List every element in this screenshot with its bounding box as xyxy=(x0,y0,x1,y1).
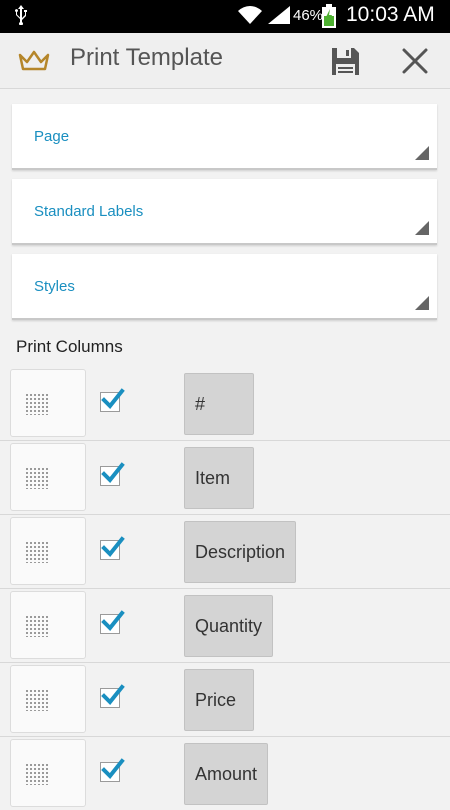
action-bar: Print Template xyxy=(0,33,450,89)
dropdown-corner-icon xyxy=(415,221,429,235)
list-item: Item xyxy=(0,440,450,514)
column-label-button[interactable]: Quantity xyxy=(184,595,274,657)
clock: 10:03 AM xyxy=(346,3,435,26)
include-checkbox[interactable] xyxy=(100,462,125,486)
include-checkbox[interactable] xyxy=(100,684,125,708)
grip-icon xyxy=(26,764,48,785)
drag-handle[interactable] xyxy=(10,665,86,733)
column-label-button[interactable]: # xyxy=(184,373,254,435)
column-label-button[interactable]: Description xyxy=(184,521,297,583)
battery-charging-icon xyxy=(322,4,336,28)
save-icon xyxy=(332,48,359,75)
column-label-button[interactable]: Price xyxy=(184,669,254,731)
dropdown-label: Page xyxy=(34,128,70,145)
drag-handle[interactable] xyxy=(10,591,86,659)
grip-icon xyxy=(26,394,48,415)
grip-icon xyxy=(26,616,48,637)
wifi-icon xyxy=(238,6,262,24)
column-label-button[interactable]: Item xyxy=(184,447,254,509)
section-title: Print Columns xyxy=(16,337,123,356)
status-bar: 46% 10:03 AM xyxy=(0,0,450,33)
dropdown-label: Styles xyxy=(34,278,75,295)
close-button[interactable] xyxy=(396,42,434,80)
page-title: Print Template xyxy=(70,44,223,71)
checkmark-icon xyxy=(101,610,125,631)
standard-labels-dropdown[interactable]: Standard Labels xyxy=(12,179,437,245)
dropdown-corner-icon xyxy=(415,146,429,160)
styles-dropdown[interactable]: Styles xyxy=(12,254,437,320)
checkmark-icon xyxy=(101,536,125,557)
list-item: Quantity xyxy=(0,588,450,662)
list-item: Description xyxy=(0,514,450,588)
close-icon xyxy=(402,48,428,74)
include-checkbox[interactable] xyxy=(100,758,125,782)
list-item: Price xyxy=(0,662,450,736)
print-columns-list: # Item Description Quantity Price Amount xyxy=(0,367,450,810)
grip-icon xyxy=(26,468,48,489)
page-dropdown[interactable]: Page xyxy=(12,104,437,170)
battery-percent: 46% xyxy=(293,7,324,24)
column-label-button[interactable]: Amount xyxy=(184,743,269,805)
drag-handle[interactable] xyxy=(10,443,86,511)
drag-handle[interactable] xyxy=(10,739,86,807)
dropdown-label: Standard Labels xyxy=(34,203,144,220)
signal-icon xyxy=(268,6,290,24)
drag-handle[interactable] xyxy=(10,369,86,437)
grip-icon xyxy=(26,542,48,563)
drag-handle[interactable] xyxy=(10,517,86,585)
dropdown-corner-icon xyxy=(415,296,429,310)
save-button[interactable] xyxy=(326,42,364,80)
checkmark-icon xyxy=(101,388,125,409)
usb-icon xyxy=(15,5,27,25)
include-checkbox[interactable] xyxy=(100,536,125,560)
list-item: # xyxy=(0,367,450,440)
include-checkbox[interactable] xyxy=(100,610,125,634)
crown-icon[interactable] xyxy=(18,49,50,73)
list-item: Amount xyxy=(0,736,450,810)
checkmark-icon xyxy=(101,758,125,779)
checkmark-icon xyxy=(101,462,125,483)
include-checkbox[interactable] xyxy=(100,388,125,412)
grip-icon xyxy=(26,690,48,711)
checkmark-icon xyxy=(101,684,125,705)
